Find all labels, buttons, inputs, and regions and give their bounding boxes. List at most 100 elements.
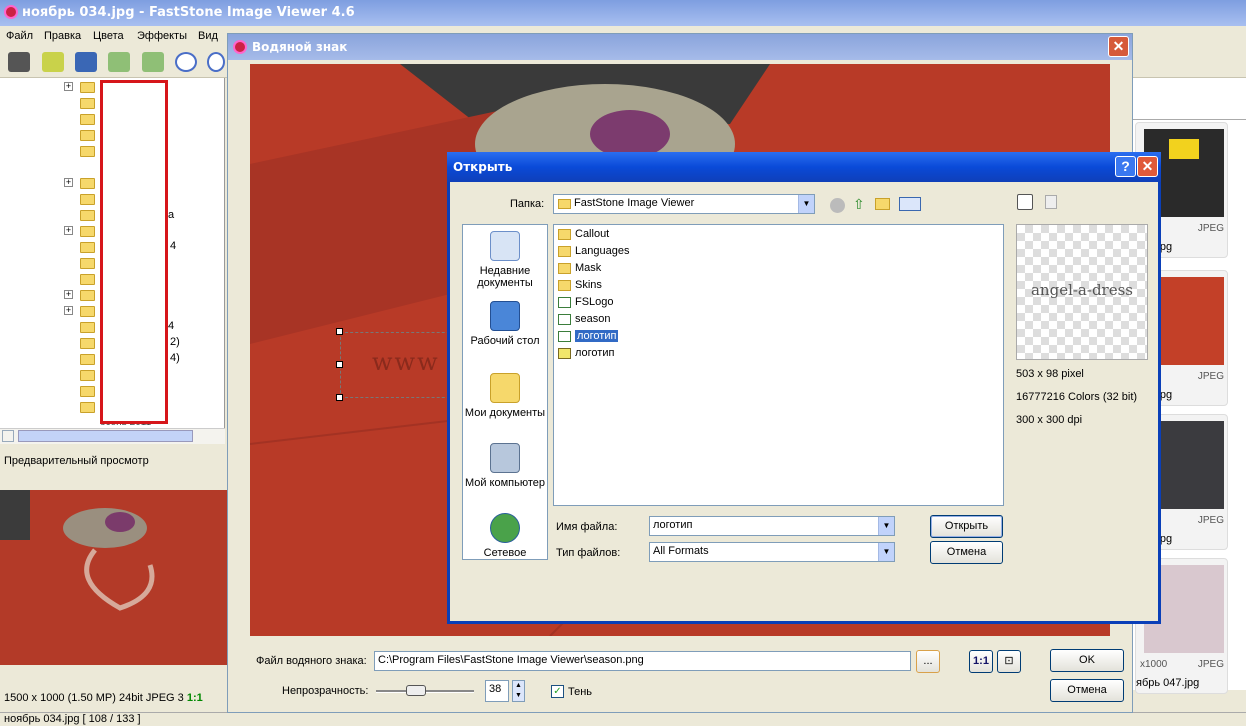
- preview-dimensions: 503 x 98 pixel: [1016, 368, 1084, 380]
- chevron-down-icon[interactable]: ▼: [878, 543, 894, 561]
- folder-icon: [80, 258, 95, 269]
- thumbnail-meta: x1000 JPEG: [1140, 659, 1224, 670]
- cancel-button[interactable]: Отмена: [930, 541, 1003, 564]
- ok-button[interactable]: OK: [1050, 649, 1124, 672]
- folder-icon: [80, 290, 95, 301]
- expand-icon[interactable]: +: [64, 178, 73, 187]
- camera-icon[interactable]: [8, 52, 30, 72]
- list-item-selected[interactable]: логотип: [558, 329, 619, 345]
- filetype-value: All Formats: [653, 545, 709, 557]
- open-folder-icon[interactable]: [42, 52, 64, 72]
- opacity-slider-thumb[interactable]: [405, 685, 426, 696]
- save-icon[interactable]: [75, 52, 97, 72]
- menu-edit[interactable]: Правка: [44, 30, 81, 42]
- expand-icon[interactable]: +: [64, 82, 73, 91]
- tree-item-label: 4: [168, 320, 175, 332]
- image-status: 1500 x 1000 (1.50 MP) 24bit JPEG 3 1:1: [0, 690, 228, 708]
- resize-handle[interactable]: [336, 394, 343, 401]
- expand-icon[interactable]: +: [64, 226, 73, 235]
- filetype-select[interactable]: All Formats ▼: [649, 542, 895, 562]
- main-title-bar: ноябрь 034.jpg - FastStone Image Viewer …: [0, 0, 1246, 26]
- zoom-in-icon[interactable]: [175, 52, 197, 72]
- tree-horizontal-scrollbar[interactable]: [0, 428, 225, 444]
- folder-icon: [558, 280, 571, 291]
- expand-icon[interactable]: +: [64, 290, 73, 299]
- folder-select[interactable]: FastStone Image Viewer ▼: [553, 194, 815, 214]
- menu-effects[interactable]: Эффекты: [137, 30, 187, 42]
- file-list[interactable]: Callout Languages Mask Skins FSLogo seas…: [553, 224, 1004, 506]
- place-recent[interactable]: Недавние документы: [463, 231, 547, 289]
- place-network[interactable]: Сетевое: [463, 513, 547, 559]
- actual-size-button[interactable]: 1:1: [969, 650, 993, 673]
- folder-icon: [80, 386, 95, 397]
- place-my-documents[interactable]: Мои документы: [463, 373, 547, 419]
- menu-colors[interactable]: Цвета: [93, 30, 124, 42]
- back-icon[interactable]: [830, 198, 845, 213]
- shadow-checkbox[interactable]: ✓: [551, 685, 564, 698]
- scroll-thumb[interactable]: [18, 430, 193, 442]
- chevron-down-icon[interactable]: ▼: [878, 517, 894, 535]
- resize-handle[interactable]: [336, 361, 343, 368]
- chevron-down-icon[interactable]: ▼: [798, 195, 814, 213]
- folder-icon: [80, 210, 95, 221]
- folder-icon: [558, 199, 571, 209]
- close-icon[interactable]: ✕: [1108, 36, 1129, 57]
- places-bar: Недавние документы Рабочий стол Мои доку…: [462, 224, 548, 560]
- folder-icon: [80, 114, 95, 125]
- fit-button[interactable]: ⊡: [997, 650, 1021, 673]
- tree-item-label: 2): [170, 336, 180, 348]
- filename-field[interactable]: логотип ▼: [649, 516, 895, 536]
- zoom-out-icon[interactable]: [207, 52, 225, 72]
- up-folder-icon[interactable]: ⇧: [853, 196, 867, 212]
- watermark-text: www: [372, 348, 440, 376]
- opacity-spinner[interactable]: ▲ ▼: [512, 680, 525, 702]
- expand-icon[interactable]: +: [64, 306, 73, 315]
- help-icon[interactable]: ?: [1115, 156, 1136, 177]
- menu-view[interactable]: Вид: [198, 30, 218, 42]
- my-documents-icon: [490, 373, 520, 403]
- watermark-title-bar: Водяной знак ✕: [228, 34, 1132, 60]
- place-label: Сетевое: [483, 547, 527, 559]
- place-label: Мой компьютер: [464, 477, 546, 489]
- place-label: Мои документы: [464, 407, 546, 419]
- filename-value: логотип: [653, 519, 693, 531]
- list-item[interactable]: Callout: [558, 227, 609, 243]
- browse-button[interactable]: ...: [916, 650, 940, 673]
- list-item[interactable]: логотип: [558, 346, 614, 362]
- preview-logo-text: angel-a-dress: [1030, 281, 1133, 299]
- folder-tree[interactable]: + + + + + a 4 4 2) 4) осень 2011: [0, 78, 225, 428]
- list-item[interactable]: Skins: [558, 278, 602, 294]
- open-dialog-title-bar: Открыть ? ✕: [447, 152, 1161, 182]
- resize-handle[interactable]: [336, 328, 343, 335]
- folder-icon: [80, 402, 95, 413]
- play-icon[interactable]: [1045, 195, 1057, 209]
- menu-file[interactable]: Файл: [6, 30, 33, 42]
- watermark-file-field[interactable]: C:\Program Files\FastStone Image Viewer\…: [374, 651, 911, 671]
- list-item[interactable]: season: [558, 312, 610, 328]
- list-item[interactable]: Languages: [558, 244, 629, 260]
- place-desktop[interactable]: Рабочий стол: [463, 301, 547, 347]
- view-menu-icon[interactable]: [899, 197, 921, 211]
- list-item[interactable]: Mask: [558, 261, 601, 277]
- preview-image: [0, 490, 228, 665]
- opacity-value-field[interactable]: 38: [485, 680, 509, 702]
- image-file-icon: [558, 297, 571, 308]
- tree-item-label: a: [168, 209, 175, 221]
- place-label: Рабочий стол: [470, 335, 540, 347]
- scroll-left-icon[interactable]: [2, 430, 14, 442]
- open-button[interactable]: Открыть: [930, 515, 1003, 538]
- thumbnail-header: [1133, 100, 1246, 120]
- preview-toggle-icon[interactable]: [1017, 194, 1033, 210]
- arrow-left-icon[interactable]: [108, 52, 130, 72]
- arrow-right-icon[interactable]: [142, 52, 164, 72]
- place-my-computer[interactable]: Мой компьютер: [463, 443, 547, 489]
- watermark-dialog-title: Водяной знак: [252, 40, 348, 54]
- list-item[interactable]: FSLogo: [558, 295, 614, 311]
- my-computer-icon: [490, 443, 520, 473]
- place-label: Недавние документы: [477, 265, 533, 289]
- close-icon[interactable]: ✕: [1137, 156, 1158, 177]
- folder-icon: [558, 246, 571, 257]
- new-folder-icon[interactable]: [875, 198, 890, 210]
- desktop-icon: [490, 301, 520, 331]
- cancel-button[interactable]: Отмена: [1050, 679, 1124, 702]
